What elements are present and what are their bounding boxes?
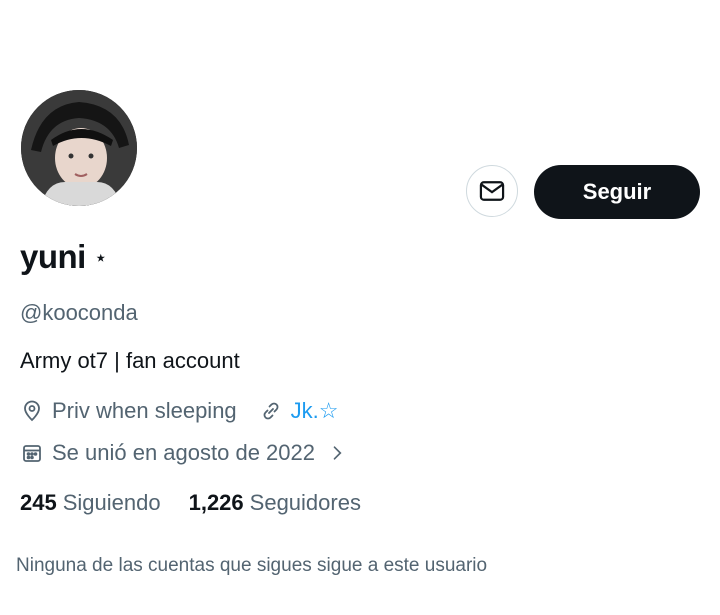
profile-bio: Army ot7 | fan account xyxy=(20,348,240,373)
avatar-image xyxy=(21,90,137,206)
profile-joined-row[interactable]: Se unió en agosto de 2022 xyxy=(20,440,347,466)
envelope-icon xyxy=(478,177,506,205)
profile-avatar[interactable] xyxy=(21,90,137,206)
chevron-right-icon[interactable] xyxy=(327,443,347,463)
following-stat[interactable]: 245 Siguiendo xyxy=(20,490,161,516)
profile-location: Priv when sleeping xyxy=(52,398,237,423)
calendar-icon xyxy=(20,441,44,465)
link-icon xyxy=(259,399,283,423)
profile-name-row: yuni ⋆ xyxy=(20,238,108,276)
followers-label: Seguidores xyxy=(249,490,361,515)
profile-handle: @kooconda xyxy=(20,300,138,325)
profile-joined-date: Se unió en agosto de 2022 xyxy=(52,440,316,465)
name-star-badge: ⋆ xyxy=(93,245,108,270)
followers-stat[interactable]: 1,226 Seguidores xyxy=(189,490,361,516)
following-count: 245 xyxy=(20,490,57,515)
location-pin-icon xyxy=(20,399,44,423)
profile-stats: 245 Siguiendo 1,226 Seguidores xyxy=(20,490,389,516)
followers-count: 1,226 xyxy=(188,490,244,515)
profile-name: yuni xyxy=(20,238,86,275)
follow-button[interactable]: Seguir xyxy=(534,165,700,219)
message-button[interactable] xyxy=(466,165,518,217)
profile-meta-row: Priv when sleeping Jk.☆ xyxy=(20,398,339,424)
following-label: Siguiendo xyxy=(62,490,161,515)
profile-website-link[interactable]: Jk.☆ xyxy=(291,398,339,424)
common-followers-note: Ninguna de las cuentas que sigues sigue … xyxy=(16,555,488,576)
